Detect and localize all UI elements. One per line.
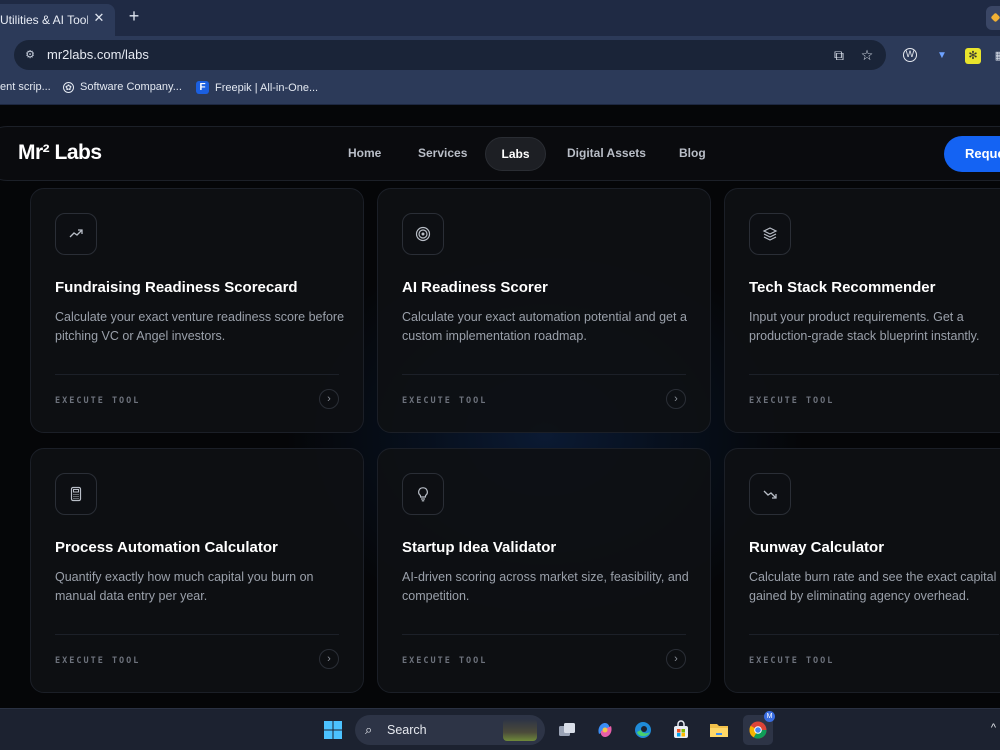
card-description: Quantify exactly how much capital you bu… <box>55 570 314 603</box>
layers-icon <box>749 213 791 255</box>
calculator-icon <box>55 473 97 515</box>
chevron-right-icon[interactable]: › <box>319 649 339 669</box>
taskbar-search[interactable]: ⌕ Search <box>355 715 545 745</box>
openai-icon: ✿ <box>63 81 74 93</box>
search-label: Search <box>387 723 427 737</box>
card-divider <box>749 374 999 375</box>
execute-tool-label[interactable]: EXECUTE TOOL <box>402 656 487 666</box>
tab-title: Utilities & AI Tools <box>0 13 88 27</box>
card-description: Calculate burn rate and see the exact ca… <box>749 570 997 603</box>
bookmark-label: ent scrip... <box>0 81 51 93</box>
tool-card-ai-readiness[interactable]: AI Readiness Scorer Calculate your exact… <box>377 188 711 433</box>
chrome-icon[interactable]: M <box>743 711 775 745</box>
browser-tab-bar: Utilities & AI Tools ✕ + <box>0 0 1000 36</box>
card-divider <box>55 634 339 635</box>
browser-toolbar: ⚙ mr2labs.com/labs ⧉ ☆ W ▼ ✻ ▦ <box>0 36 1000 74</box>
card-title: AI Readiness Scorer <box>402 279 548 296</box>
execute-tool-label[interactable]: EXECUTE TOOL <box>749 656 834 666</box>
card-title: Tech Stack Recommender <box>749 279 936 296</box>
card-title: Startup Idea Validator <box>402 539 557 556</box>
card-title: Fundraising Readiness Scorecard <box>55 279 298 296</box>
search-icon: ⌕ <box>365 722 373 737</box>
tool-card-runway[interactable]: Runway Calculator Calculate burn rate an… <box>724 448 1000 693</box>
site-navbar: Mr² Labs Home Services Labs Digital Asse… <box>0 126 1000 181</box>
bookmark-item[interactable]: F Freepik | All-in-One... <box>196 81 318 94</box>
browser-tab[interactable]: Utilities & AI Tools ✕ <box>0 4 115 36</box>
copilot-icon[interactable] <box>592 717 618 743</box>
bookmark-label: Freepik | All-in-One... <box>215 81 319 94</box>
card-divider <box>402 634 686 635</box>
card-title: Runway Calculator <box>749 539 885 556</box>
card-title: Process Automation Calculator <box>55 539 278 556</box>
extension-flower-icon[interactable]: ✻ <box>965 48 981 64</box>
bookmark-item[interactable]: ✿ Software Company... <box>63 81 182 93</box>
tab-close-icon[interactable]: ✕ <box>91 10 107 26</box>
bookmark-item[interactable]: ent scrip... <box>0 81 51 93</box>
card-description: Input your product requirements. Get a p… <box>749 310 980 343</box>
execute-tool-label[interactable]: EXECUTE TOOL <box>749 396 834 406</box>
chevron-right-icon[interactable]: › <box>666 649 686 669</box>
file-explorer-icon[interactable] <box>706 717 732 743</box>
freepik-icon: F <box>196 81 209 94</box>
execute-tool-label[interactable]: EXECUTE TOOL <box>55 396 140 406</box>
tool-card-fundraising[interactable]: Fundraising Readiness Scorecard Calculat… <box>30 188 364 433</box>
extensions-puzzle-icon[interactable]: ▦ <box>992 48 1000 64</box>
new-tab-icon[interactable]: + <box>124 6 144 27</box>
store-icon[interactable] <box>668 717 694 743</box>
request-button[interactable]: Request <box>944 136 1000 172</box>
page-content: Fundraising Readiness Scorecard Calculat… <box>0 105 1000 708</box>
nav-link-blog[interactable]: Blog <box>679 146 706 160</box>
lightbulb-icon <box>402 473 444 515</box>
chevron-right-icon[interactable]: › <box>666 389 686 409</box>
extension-w-icon[interactable]: W <box>903 48 917 62</box>
task-view-icon[interactable] <box>554 717 580 743</box>
site-logo[interactable]: Mr² Labs <box>18 141 102 165</box>
edge-icon[interactable] <box>630 717 656 743</box>
trending-up-icon <box>55 213 97 255</box>
site-info-icon[interactable]: ⚙ <box>22 47 38 63</box>
address-bar[interactable]: ⚙ mr2labs.com/labs ⧉ ☆ <box>14 40 886 70</box>
execute-tool-label[interactable]: EXECUTE TOOL <box>55 656 140 666</box>
trending-down-icon <box>749 473 791 515</box>
bookmark-label: Software Company... <box>80 81 182 93</box>
windows-start-icon[interactable] <box>320 717 346 743</box>
gemini-icon[interactable] <box>986 6 1000 30</box>
profile-badge-icon: M <box>764 711 775 722</box>
card-description: AI-driven scoring across market size, fe… <box>402 570 689 603</box>
nav-link-labs[interactable]: Labs <box>485 137 546 171</box>
search-highlight-image <box>503 719 537 741</box>
os-taskbar: ⌕ Search M ^ <box>0 708 1000 750</box>
download-extension-icon[interactable]: ▼ <box>934 48 950 64</box>
card-description: Calculate your exact automation potentia… <box>402 310 687 343</box>
target-icon <box>402 213 444 255</box>
card-divider <box>402 374 686 375</box>
tool-card-process-automation[interactable]: Process Automation Calculator Quantify e… <box>30 448 364 693</box>
nav-link-services[interactable]: Services <box>418 146 467 160</box>
card-description: Calculate your exact venture readiness s… <box>55 310 345 343</box>
nav-link-home[interactable]: Home <box>348 146 381 160</box>
bookmark-star-icon[interactable]: ☆ <box>859 47 875 63</box>
chevron-up-icon[interactable]: ^ <box>991 722 996 734</box>
execute-tool-label[interactable]: EXECUTE TOOL <box>402 396 487 406</box>
url-text[interactable]: mr2labs.com/labs <box>47 47 149 62</box>
bookmarks-bar: ent scrip... ✿ Software Company... F Fre… <box>0 74 1000 105</box>
tool-card-tech-stack[interactable]: Tech Stack Recommender Input your produc… <box>724 188 1000 433</box>
install-app-icon[interactable]: ⧉ <box>831 47 847 63</box>
card-divider <box>55 374 339 375</box>
chevron-right-icon[interactable]: › <box>319 389 339 409</box>
nav-link-digital-assets[interactable]: Digital Assets <box>567 146 646 160</box>
card-divider <box>749 634 999 635</box>
tool-card-idea-validator[interactable]: Startup Idea Validator AI-driven scoring… <box>377 448 711 693</box>
